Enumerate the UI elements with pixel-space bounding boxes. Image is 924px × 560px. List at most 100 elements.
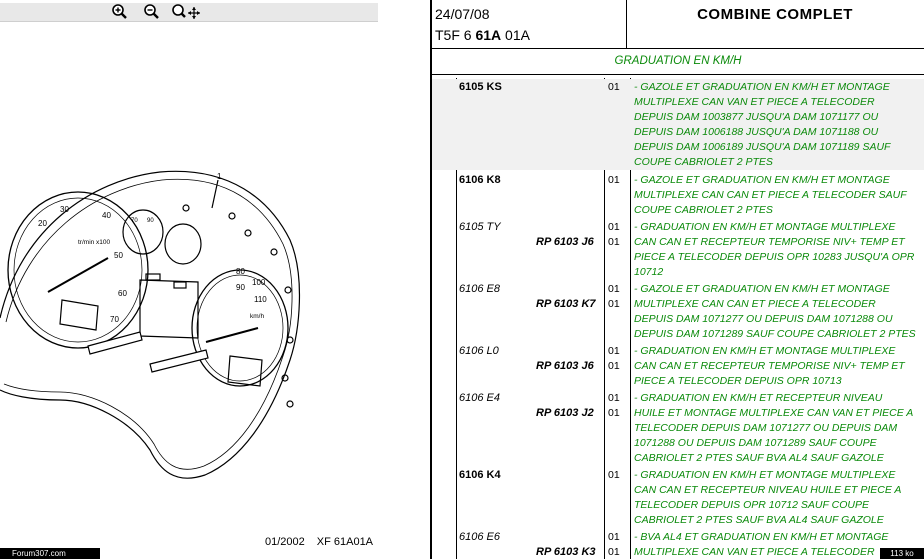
index-code: 01 bbox=[608, 283, 620, 295]
tick-label: 60 bbox=[118, 289, 127, 298]
part-description: - GRADUATION EN KM/H ET MONTAGE MULTIPLE… bbox=[634, 344, 924, 389]
plate-reference: 01/2002 XF 61A01A bbox=[265, 536, 385, 548]
plate-code: XF 61A01A bbox=[316, 536, 374, 548]
part-number: 6105 KS bbox=[459, 81, 502, 93]
replacement-part: RP 6103 K7 bbox=[536, 298, 596, 310]
index-code: 01 bbox=[608, 221, 620, 233]
part-number: 6106 K8 bbox=[459, 174, 501, 186]
speed-unit-label: km/h bbox=[250, 313, 264, 320]
replacement-part: RP 6103 J6 bbox=[536, 236, 594, 248]
header-divider bbox=[432, 48, 924, 49]
description-line: CABRIOLET 2 PTES SAUF BVA AL4 SAUF GAZOL… bbox=[634, 514, 884, 526]
description-line: COUPE CABRIOLET 2 PTES bbox=[634, 204, 773, 216]
part-number: 6106 E8 bbox=[459, 283, 500, 295]
page-title: COMBINE COMPLET bbox=[697, 6, 853, 23]
index-code: 01 bbox=[608, 345, 620, 357]
ref-suffix: 01A bbox=[501, 27, 530, 43]
description-line: - GAZOLE ET GRADUATION EN KM/H ET MONTAG… bbox=[634, 81, 890, 93]
index-code: 01 bbox=[608, 531, 620, 543]
table-row[interactable]: 6106 E4 RP 6103 J2 01 01 - GRADUATION EN KM/… bbox=[432, 390, 924, 465]
description-line: MULTIPLEXE CAN CAN ET PIECE A TELECODER bbox=[634, 298, 876, 310]
description-line: - GRADUATION EN KM/H ET MONTAGE MULTIPLE… bbox=[634, 221, 896, 233]
replacement-part: RP 6103 K3 bbox=[536, 546, 596, 558]
ref-bold: 61A bbox=[475, 27, 502, 43]
description-line: - GRADUATION EN KM/H ET MONTAGE MULTIPLE… bbox=[634, 469, 896, 481]
site-watermark: Forum307.com bbox=[0, 548, 100, 559]
description-line: - GRADUATION EN KM/H ET RECEPTEUR NIVEAU bbox=[634, 392, 883, 404]
replacement-part: RP 6103 J6 bbox=[536, 360, 594, 372]
description-line: DEPUIS DAM 1003877 JUSQU'A DAM 1071177 O… bbox=[634, 111, 879, 123]
table-row[interactable]: 6106 L0 RP 6103 J6 01 01 - GRADUATION EN KM/… bbox=[432, 343, 924, 388]
part-number: 6106 L0 bbox=[459, 345, 499, 357]
part-number: 6106 E4 bbox=[459, 392, 500, 404]
tick-label: 30 bbox=[60, 205, 69, 214]
catalogue-pane: 24/07/08 T5F 6 61A 01A COMBINE COMPLET G… bbox=[430, 0, 924, 559]
part-description: - GRADUATION EN KM/H ET RECEPTEUR NIVEAU… bbox=[634, 391, 924, 466]
ref-prefix: T5F 6 bbox=[435, 27, 476, 43]
description-line: - GAZOLE ET GRADUATION EN KM/H ET MONTAG… bbox=[634, 283, 890, 295]
section-title: GRADUATION EN KM/H bbox=[614, 55, 742, 67]
replacement-part: RP 6103 J2 bbox=[536, 407, 594, 419]
tick-label: 70 bbox=[110, 315, 119, 324]
table-row[interactable]: 6105 TY RP 6103 J6 01 01 - GRADUATION EN KM/… bbox=[432, 219, 924, 279]
part-description: - GAZOLE ET GRADUATION EN KM/H ET MONTAG… bbox=[634, 173, 924, 218]
description-line: - GRADUATION EN KM/H ET MONTAGE MULTIPLE… bbox=[634, 345, 896, 357]
description-line: DEPUIS DAM 1006189 JUSQU'A DAM 1071189 S… bbox=[634, 141, 891, 153]
part-number: 6106 E6 bbox=[459, 531, 500, 543]
table-row[interactable]: 6105 KS 01 - GAZOLE ET GRADUATION EN KM/H … bbox=[432, 79, 924, 170]
description-line: 10712 bbox=[634, 266, 664, 278]
part-number: 6106 K4 bbox=[459, 469, 501, 481]
description-line: DEPUIS DAM 1006188 JUSQU'A DAM 1071188 O… bbox=[634, 126, 879, 138]
table-row[interactable]: 6106 E6 RP 6103 K3 01 01 - BVA AL4 ET GRADUA… bbox=[432, 529, 924, 558]
description-line: 1071288 OU DEPUIS DAM 1071289 SAUF COUPE bbox=[634, 437, 877, 449]
description-line: CABRIOLET 2 PTES SAUF BVA AL4 SAUF GAZOL… bbox=[634, 452, 884, 464]
plate-date: 01/2002 bbox=[265, 536, 305, 548]
tick-label: 40 bbox=[102, 211, 111, 220]
description-line: CAN CAN ET RECEPTEUR TEMPORISE NIV+ TEMP… bbox=[634, 236, 905, 248]
index-code: 01 bbox=[608, 546, 620, 558]
header-date: 24/07/08 bbox=[435, 6, 490, 22]
description-line: PIECE A TELECODER DEPUIS OPR 10283 JUSQU… bbox=[634, 251, 915, 263]
tick-label: 90 bbox=[236, 283, 245, 292]
tick-label: 90 bbox=[147, 218, 154, 224]
table-row[interactable]: 6106 E8 RP 6103 K7 01 01 - GAZOLE ET GRADUAT… bbox=[432, 281, 924, 341]
index-code: 01 bbox=[608, 407, 620, 419]
description-line: - BVA AL4 ET GRADUATION EN KM/H ET MONTA… bbox=[634, 531, 889, 543]
tick-label: 80 bbox=[236, 267, 245, 276]
description-line: CAN CAN ET RECEPTEUR NIVEAU HUILE ET PIE… bbox=[634, 484, 902, 496]
index-code: 01 bbox=[608, 174, 620, 186]
grid-top-line bbox=[432, 74, 924, 75]
description-line: DEPUIS DAM 1071289 SAUF COUPE CABRIOLET … bbox=[634, 328, 916, 340]
index-code: 01 bbox=[608, 298, 620, 310]
tick-label: 50 bbox=[114, 251, 123, 260]
index-code: 01 bbox=[608, 236, 620, 248]
part-description: - GRADUATION EN KM/H ET MONTAGE MULTIPLE… bbox=[634, 220, 924, 280]
description-line: MULTIPLEXE CAN VAN ET PIECE A TELECODER bbox=[634, 96, 875, 108]
part-number: 6105 TY bbox=[459, 221, 501, 233]
callout-number: 1 bbox=[217, 172, 222, 181]
description-line: CAN CAN ET RECEPTEUR TEMPORISE NIV+ TEMP… bbox=[634, 360, 905, 372]
index-code: 01 bbox=[608, 81, 620, 93]
instrument-cluster-drawing: 1 20 30 40 50 60 70 tr/min x100 80 90 10… bbox=[0, 170, 301, 479]
index-code: 01 bbox=[608, 360, 620, 372]
part-description: - GRADUATION EN KM/H ET MONTAGE MULTIPLE… bbox=[634, 468, 924, 528]
table-row[interactable]: 6106 K4 01 - GRADUATION EN KM/H ET MONTAGE… bbox=[432, 467, 924, 527]
table-row[interactable]: 6106 K8 01 - GAZOLE ET GRADUATION EN KM/H … bbox=[432, 172, 924, 217]
description-line: TELECODER DEPUIS OPR 10712 SAUF COUPE bbox=[634, 499, 869, 511]
drawing-pane: 1 20 30 40 50 60 70 tr/min x100 80 90 10… bbox=[0, 0, 430, 559]
header-reference: T5F 6 61A 01A bbox=[435, 27, 530, 43]
tick-label: 100 bbox=[252, 278, 266, 287]
file-size-badge: 113 ko bbox=[880, 548, 924, 559]
description-line: COUPE CABRIOLET 2 PTES bbox=[634, 156, 773, 168]
index-code: 01 bbox=[608, 469, 620, 481]
tick-label: 110 bbox=[254, 295, 267, 304]
index-code: 01 bbox=[608, 392, 620, 404]
description-line: - GAZOLE ET GRADUATION EN KM/H ET MONTAG… bbox=[634, 174, 890, 186]
tach-unit-label: tr/min x100 bbox=[78, 239, 111, 246]
description-line: TELECODER DEPUIS DAM 1071277 OU DEPUIS D… bbox=[634, 422, 898, 434]
part-description: - GAZOLE ET GRADUATION EN KM/H ET MONTAG… bbox=[634, 80, 924, 170]
tick-label: 70 bbox=[131, 218, 138, 224]
description-line: HUILE ET MONTAGE MULTIPLEXE CAN VAN ET P… bbox=[634, 407, 914, 419]
tick-label: 20 bbox=[38, 219, 47, 228]
description-line: PIECE A TELECODER DEPUIS OPR 10713 bbox=[634, 375, 842, 387]
